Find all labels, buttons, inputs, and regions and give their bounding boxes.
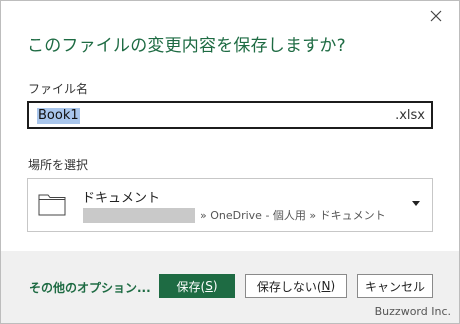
dialog-title: このファイルの変更内容を保存しますか? [27,36,346,56]
redacted-path [83,208,195,223]
location-selector[interactable]: ドキュメント » OneDrive - 個人用 » ドキュメント [27,178,433,232]
dont-save-access-key: N [321,279,331,293]
filename-field[interactable]: Book1 .xlsx [27,101,433,129]
close-button[interactable] [425,5,447,27]
location-label: 場所を選択 [28,158,89,172]
caret-down-icon[interactable] [412,201,420,206]
save-button[interactable]: 保存(S) [159,274,235,298]
dialog-footer: その他のオプション... 保存(S) 保存しない(N) キャンセル Buzzwo… [1,251,459,323]
close-icon [430,10,442,22]
save-access-key: S [205,279,213,293]
dont-save-button-label-end: ) [330,279,336,293]
save-button-label-end: ) [212,279,218,293]
save-button-label: 保存( [176,279,206,294]
filename-label: ファイル名 [28,82,89,96]
watermark: Buzzword Inc. [374,305,451,318]
folder-icon [38,194,66,216]
dont-save-button[interactable]: 保存しない(N) [245,274,347,298]
location-name: ドキュメント [82,191,161,206]
filename-input[interactable]: Book1 [37,108,80,124]
location-path: » OneDrive - 個人用 » ドキュメント [200,209,386,222]
more-options-link[interactable]: その他のオプション... [29,279,151,296]
file-extension: .xlsx [395,108,425,123]
cancel-button[interactable]: キャンセル [357,274,433,298]
dont-save-button-label: 保存しない( [256,279,322,294]
save-changes-dialog: このファイルの変更内容を保存しますか? ファイル名 Book1 .xlsx 場所… [0,0,460,324]
